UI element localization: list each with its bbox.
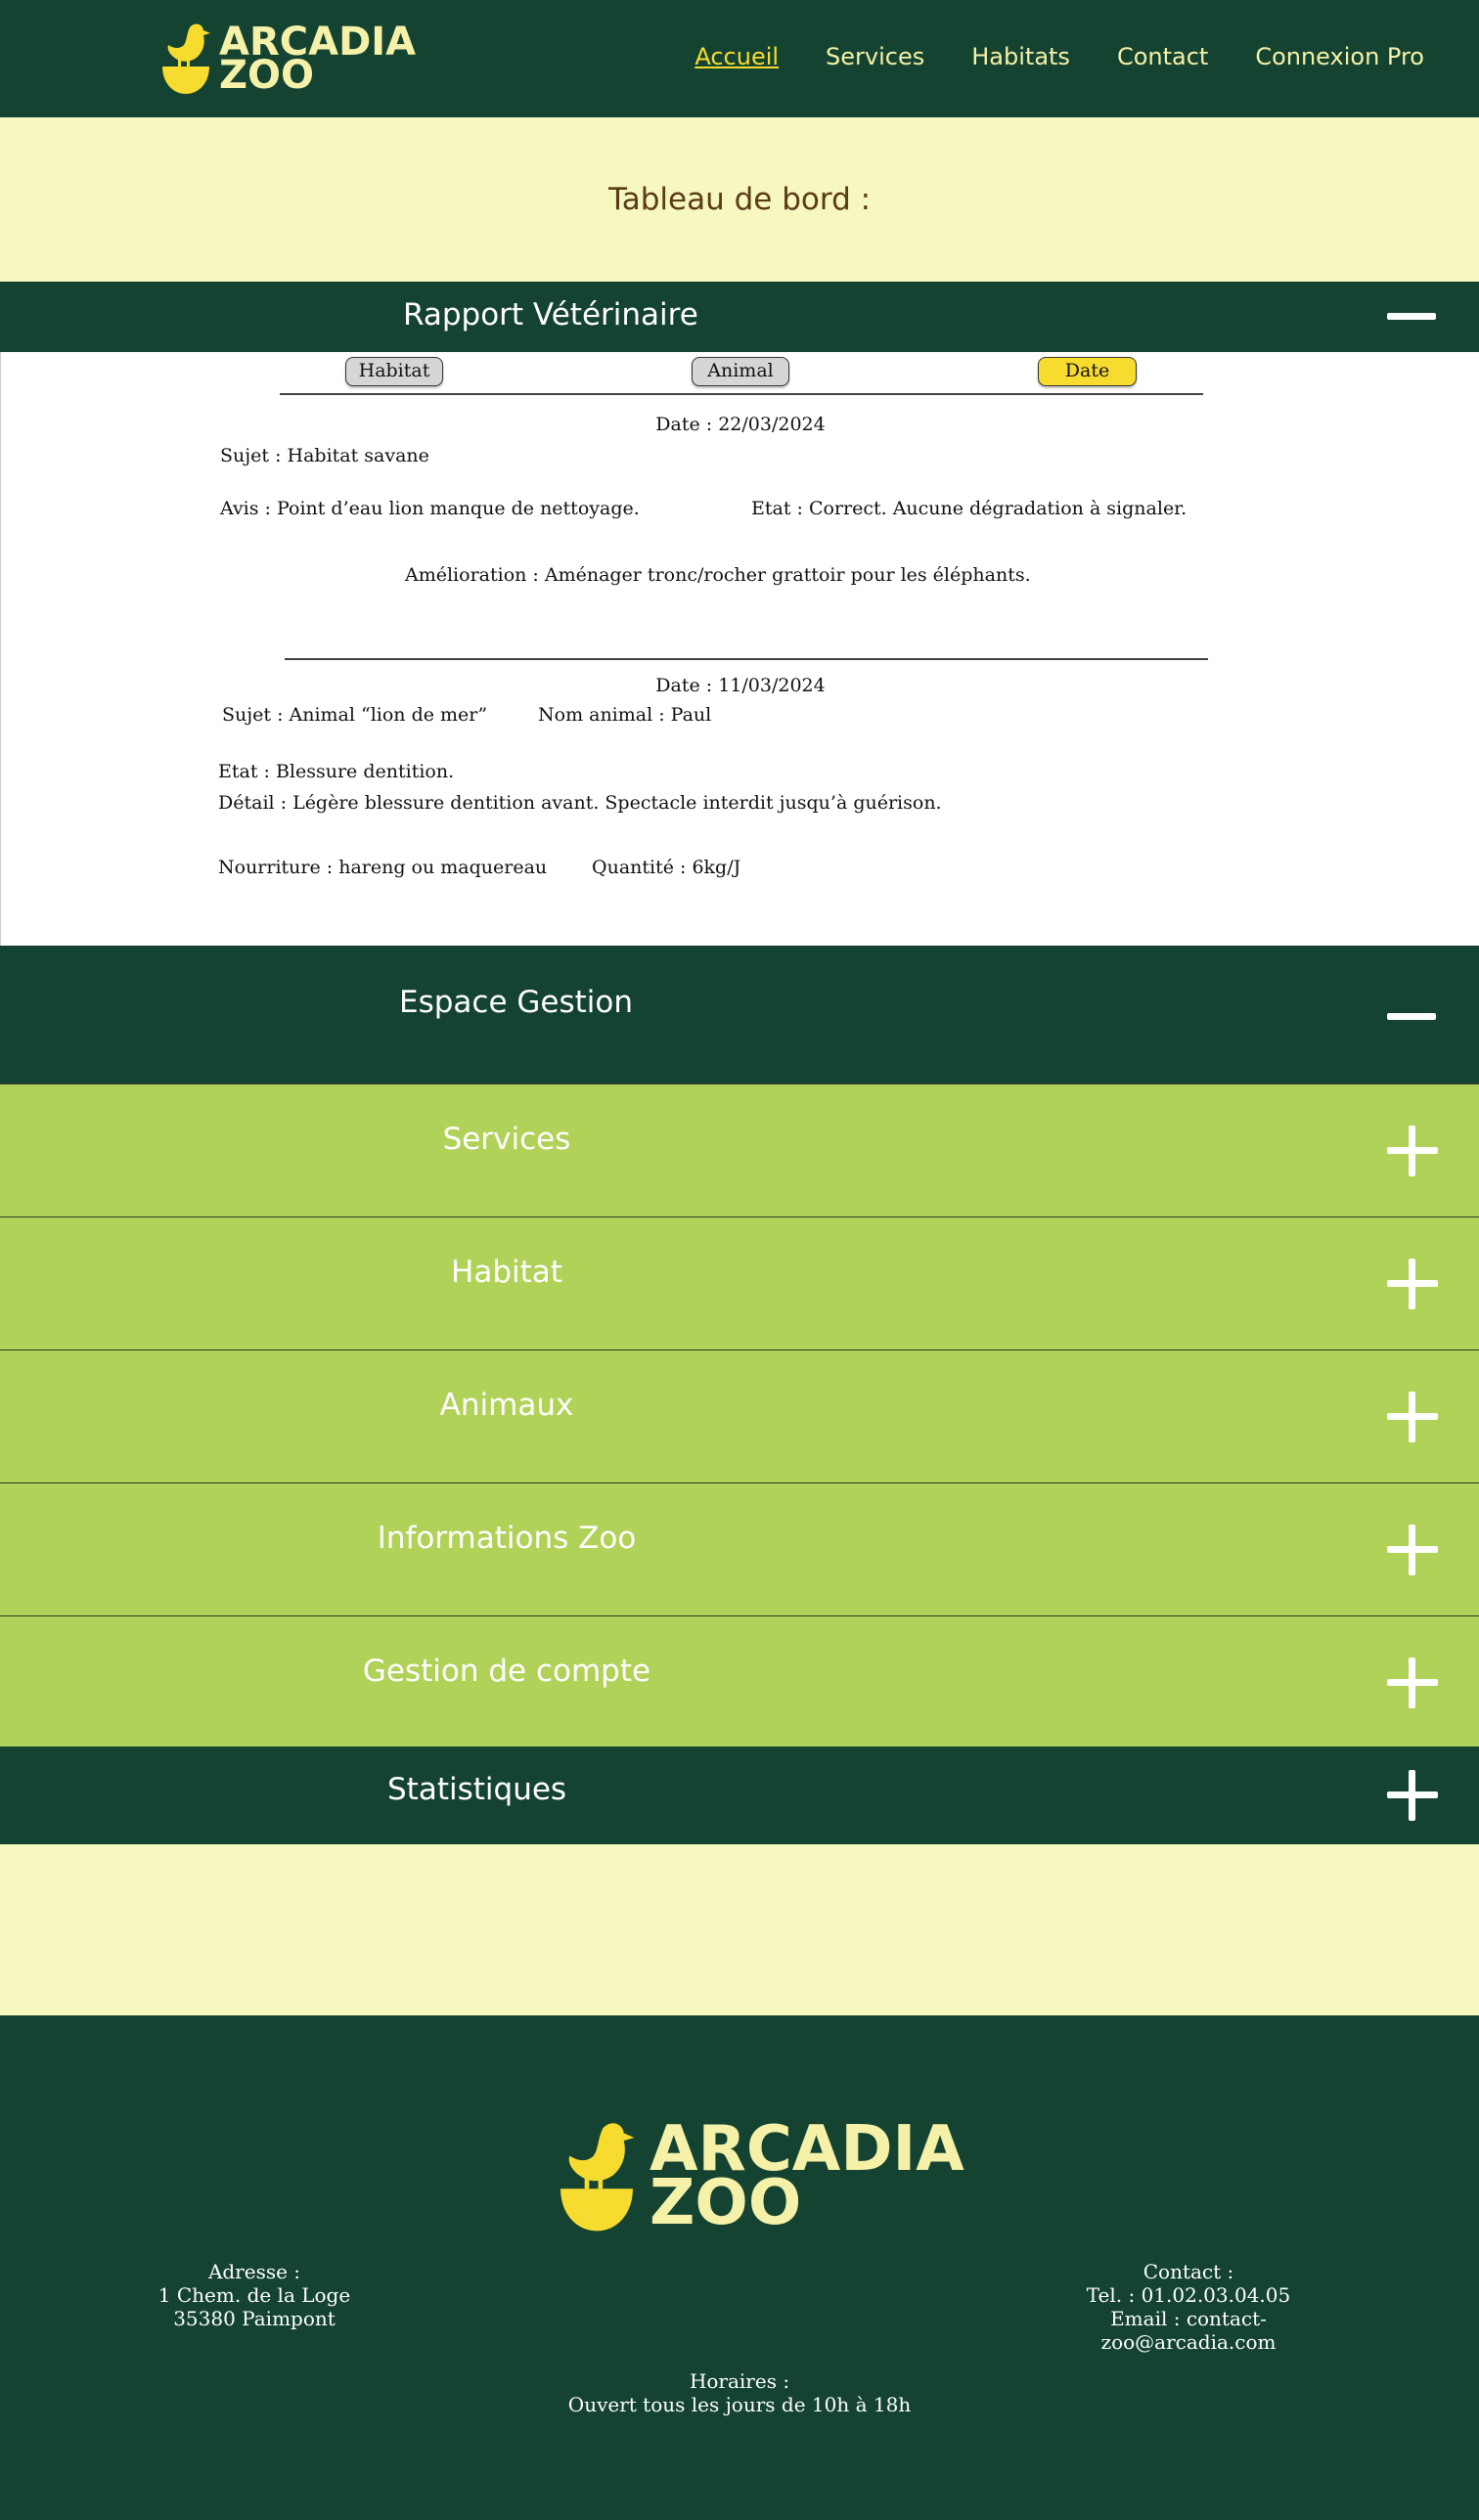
bird-logo-icon	[560, 2123, 635, 2232]
management-item-services[interactable]: Services	[0, 1083, 1479, 1216]
report-quantity: Quantité : 6kg/J	[592, 857, 741, 878]
management-item-label: Habitat	[451, 1255, 562, 1290]
nav-habitats[interactable]: Habitats	[971, 43, 1070, 70]
report-state: Etat : Correct. Aucune dégradation à sig…	[751, 498, 1188, 519]
logo-text: ARCADIA ZOO	[650, 2118, 964, 2234]
plus-icon[interactable]	[1387, 1392, 1438, 1442]
contact-email-line-2[interactable]: zoo@arcadia.com	[1056, 2330, 1321, 2354]
management-item-habitat[interactable]: Habitat	[0, 1216, 1479, 1349]
logo-text: ARCADIA ZOO	[219, 22, 416, 95]
report-date: Date : 22/03/2024	[655, 414, 826, 435]
report-opinion: Avis : Point d’eau lion manque de nettoy…	[220, 498, 640, 519]
filter-habitat-button[interactable]: Habitat	[345, 357, 443, 386]
minus-icon[interactable]	[1387, 313, 1436, 320]
plus-icon[interactable]	[1387, 1525, 1438, 1575]
minus-icon[interactable]	[1387, 1013, 1436, 1020]
contact-phone: Tel. : 01.02.03.04.05	[1086, 2283, 1291, 2307]
management-item-label: Animaux	[439, 1388, 574, 1423]
logo[interactable]: ARCADIA ZOO	[160, 22, 416, 96]
nav-accueil[interactable]: Accueil	[695, 43, 779, 70]
vet-report-panel: Habitat Animal Date Date : 22/03/2024 Su…	[0, 352, 1479, 946]
main-nav: Accueil Services Habitats Contact Connex…	[648, 43, 1424, 70]
management-item-animaux[interactable]: Animaux	[0, 1349, 1479, 1482]
report-detail: Détail : Légère blessure dentition avant…	[218, 792, 942, 814]
statistics-header[interactable]: Statistiques	[0, 1746, 1479, 1844]
management-item-informations-zoo[interactable]: Informations Zoo	[0, 1482, 1479, 1615]
statistics-title: Statistiques	[387, 1772, 567, 1807]
footer-contact: Contact : Tel. : 01.02.03.04.05 Email : …	[1056, 2260, 1321, 2354]
contact-email-line-1: Email : contact-	[1110, 2307, 1267, 2330]
address-line-2: 35380 Paimpont	[173, 2307, 336, 2330]
report-improvement: Amélioration : Aménager tronc/rocher gra…	[405, 564, 1031, 586]
report-food: Nourriture : hareng ou maquereau	[218, 857, 548, 878]
plus-icon[interactable]	[1387, 1126, 1438, 1176]
contact-label: Contact :	[1143, 2260, 1234, 2283]
divider	[285, 658, 1208, 660]
management-item-label: Services	[442, 1122, 571, 1157]
report-date: Date : 11/03/2024	[655, 675, 826, 696]
report-animal-name: Nom animal : Paul	[538, 704, 712, 726]
management-item-label: Gestion de compte	[362, 1654, 651, 1689]
filter-animal-button[interactable]: Animal	[692, 357, 789, 386]
nav-connexion-pro[interactable]: Connexion Pro	[1255, 43, 1424, 70]
management-header[interactable]: Espace Gestion	[0, 946, 1479, 1083]
hours-label: Horaires :	[689, 2369, 790, 2393]
report-subject: Sujet : Animal “lion de mer”	[222, 704, 488, 726]
bird-logo-icon	[162, 23, 210, 94]
address-label: Adresse :	[207, 2260, 301, 2283]
plus-icon[interactable]	[1387, 1259, 1438, 1309]
site-header: ARCADIA ZOO Accueil Services Habitats Co…	[0, 0, 1479, 117]
management-item-label: Informations Zoo	[377, 1521, 637, 1556]
plus-icon[interactable]	[1387, 1770, 1438, 1821]
address-line-1: 1 Chem. de la Loge	[157, 2283, 351, 2307]
footer-hours: Horaires : Ouvert tous les jours de 10h …	[446, 2369, 1033, 2416]
nav-services[interactable]: Services	[826, 43, 924, 70]
report-subject: Sujet : Habitat savane	[220, 445, 429, 466]
filter-date-button[interactable]: Date	[1038, 357, 1137, 386]
footer-address: Adresse : 1 Chem. de la Loge 35380 Paimp…	[147, 2260, 362, 2330]
divider	[280, 393, 1203, 395]
nav-contact[interactable]: Contact	[1117, 43, 1208, 70]
plus-icon[interactable]	[1387, 1658, 1438, 1708]
management-title: Espace Gestion	[399, 985, 634, 1020]
footer-logo[interactable]: ARCADIA ZOO	[558, 2117, 964, 2236]
page-title: Tableau de bord :	[607, 182, 872, 217]
site-footer: ARCADIA ZOO Adresse : 1 Chem. de la Loge…	[0, 2015, 1479, 2520]
management-item-gestion-de-compte[interactable]: Gestion de compte	[0, 1615, 1479, 1746]
vet-report-title: Rapport Vétérinaire	[403, 297, 698, 332]
hours-text: Ouvert tous les jours de 10h à 18h	[567, 2393, 912, 2416]
vet-report-header[interactable]: Rapport Vétérinaire	[0, 282, 1479, 352]
report-state: Etat : Blessure dentition.	[218, 761, 455, 782]
